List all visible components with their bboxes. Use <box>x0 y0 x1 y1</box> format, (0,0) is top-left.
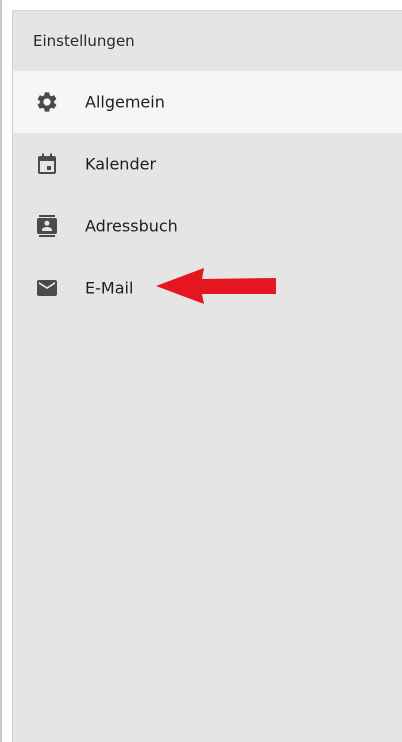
nav-label-email: E-Mail <box>85 278 134 298</box>
nav-label-allgemein: Allgemein <box>85 92 165 112</box>
envelope-icon <box>35 276 59 300</box>
settings-sidebar: Einstellungen Allgemein Kalender Adressb… <box>12 10 402 742</box>
nav-label-adressbuch: Adressbuch <box>85 216 178 236</box>
address-book-icon <box>35 214 59 238</box>
settings-header: Einstellungen <box>13 11 402 71</box>
nav-item-adressbuch[interactable]: Adressbuch <box>13 195 402 257</box>
calendar-icon <box>35 152 59 176</box>
gear-icon <box>35 90 59 114</box>
nav-item-kalender[interactable]: Kalender <box>13 133 402 195</box>
nav-label-kalender: Kalender <box>85 154 157 174</box>
nav-item-allgemein[interactable]: Allgemein <box>13 71 402 133</box>
red-arrow-annotation <box>156 268 276 304</box>
app-frame: Einstellungen Allgemein Kalender Adressb… <box>0 0 402 742</box>
settings-title: Einstellungen <box>33 32 135 50</box>
